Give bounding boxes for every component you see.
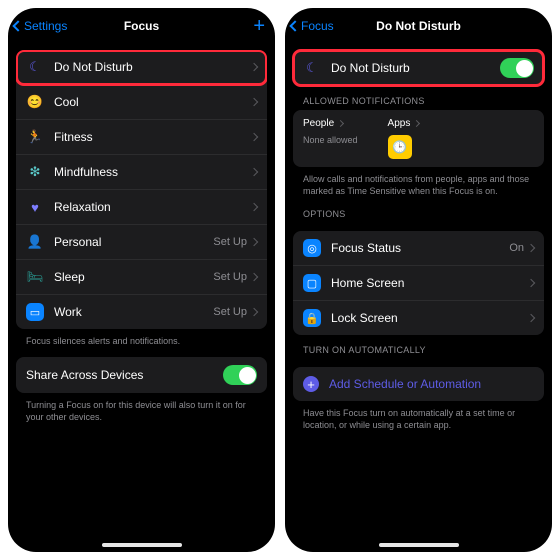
option-row-home-screen[interactable]: ▢ Home Screen [293, 266, 544, 301]
section-header: TURN ON AUTOMATICALLY [293, 335, 544, 359]
share-group: Share Across Devices [16, 357, 267, 393]
section-header: OPTIONS [293, 199, 544, 223]
list-item-dnd[interactable]: ☾ Do Not Disturb [16, 50, 267, 85]
chevron-right-icon [250, 133, 258, 141]
item-label: Fitness [54, 130, 247, 144]
options-group: ◎ Focus Status On ▢ Home Screen 🔒 Lock S… [293, 231, 544, 335]
item-label: Work [54, 305, 213, 319]
content-area: ☾ Do Not Disturb 😊 Cool 🏃 Fitness ❇ Mind… [8, 42, 275, 552]
list-item[interactable]: ♥ Relaxation [16, 190, 267, 225]
list-item[interactable]: 👤 Personal Set Up [16, 225, 267, 260]
home-screen-icon: ▢ [303, 274, 321, 292]
chevron-right-icon [250, 273, 258, 281]
chevron-right-icon [527, 314, 535, 322]
share-toggle[interactable] [223, 365, 257, 385]
nav-bar: Settings Focus + [8, 8, 275, 42]
chevron-right-icon [250, 238, 258, 246]
share-label: Share Across Devices [26, 368, 223, 382]
chevron-right-icon [250, 63, 258, 71]
footer-text: Have this Focus turn on automatically at… [293, 401, 544, 433]
option-label: Focus Status [331, 241, 509, 255]
item-label: Sleep [54, 270, 213, 284]
item-detail: Set Up [213, 236, 247, 248]
list-item[interactable]: ▭ Work Set Up [16, 295, 267, 329]
item-label: Mindfulness [54, 165, 247, 179]
home-indicator[interactable] [379, 543, 459, 547]
dnd-toggle[interactable] [500, 58, 534, 78]
page-title: Do Not Disturb [285, 19, 552, 33]
list-item[interactable]: 🏃 Fitness [16, 120, 267, 155]
chevron-right-icon [527, 279, 535, 287]
option-label: Lock Screen [331, 311, 528, 325]
lock-icon: 🔒 [303, 309, 321, 327]
content-area: ☾ Do Not Disturb ALLOWED NOTIFICATIONS P… [285, 42, 552, 552]
dnd-label: Do Not Disturb [331, 61, 500, 75]
option-row-focus-status[interactable]: ◎ Focus Status On [293, 231, 544, 266]
add-schedule-label: Add Schedule or Automation [329, 377, 534, 391]
clock-app-icon: 🕒 [388, 135, 412, 159]
home-indicator[interactable] [102, 543, 182, 547]
item-detail: Set Up [213, 271, 247, 283]
list-item[interactable]: ❇ Mindfulness [16, 155, 267, 190]
apps-header[interactable]: Apps [388, 118, 420, 129]
share-across-devices-row[interactable]: Share Across Devices [16, 357, 267, 393]
people-column[interactable]: People None allowed [303, 118, 358, 159]
item-label: Do Not Disturb [54, 60, 247, 74]
allowed-notifications-box: People None allowed Apps 🕒 [293, 110, 544, 167]
footer-text: Focus silences alerts and notifications. [16, 329, 267, 349]
chevron-right-icon [413, 120, 420, 127]
option-label: Home Screen [331, 276, 528, 290]
item-label: Personal [54, 235, 213, 249]
nav-bar: Focus Do Not Disturb [285, 8, 552, 42]
moon-icon: ☾ [303, 59, 321, 77]
bed-icon: 🛏 [26, 268, 44, 286]
focus-list-screen: Settings Focus + ☾ Do Not Disturb 😊 Cool… [8, 8, 275, 552]
item-label: Cool [54, 95, 247, 109]
chevron-right-icon [527, 244, 535, 252]
none-allowed-text: None allowed [303, 135, 358, 145]
add-schedule-row[interactable]: + Add Schedule or Automation [293, 367, 544, 401]
item-label: Relaxation [54, 200, 247, 214]
option-detail: On [509, 242, 524, 254]
apps-label: Apps [388, 118, 411, 129]
page-title: Focus [8, 19, 275, 33]
chevron-right-icon [337, 120, 344, 127]
chevron-right-icon [250, 203, 258, 211]
focus-status-icon: ◎ [303, 239, 321, 257]
plus-icon: + [303, 376, 319, 392]
option-row-lock-screen[interactable]: 🔒 Lock Screen [293, 301, 544, 335]
chevron-right-icon [250, 168, 258, 176]
dnd-detail-screen: Focus Do Not Disturb ☾ Do Not Disturb AL… [285, 8, 552, 552]
dnd-toggle-row[interactable]: ☾ Do Not Disturb [293, 50, 544, 86]
section-header: ALLOWED NOTIFICATIONS [293, 86, 544, 110]
automation-group: + Add Schedule or Automation [293, 367, 544, 401]
list-item[interactable]: 🛏 Sleep Set Up [16, 260, 267, 295]
person-icon: 👤 [26, 233, 44, 251]
heart-icon: ♥ [26, 198, 44, 216]
mindfulness-icon: ❇ [26, 163, 44, 181]
footer-text: Turning a Focus on for this device will … [16, 393, 267, 425]
chevron-right-icon [250, 308, 258, 316]
item-detail: Set Up [213, 306, 247, 318]
work-icon: ▭ [26, 303, 44, 321]
fitness-icon: 🏃 [26, 128, 44, 146]
people-header[interactable]: People [303, 118, 358, 129]
list-item[interactable]: 😊 Cool [16, 85, 267, 120]
chevron-right-icon [250, 98, 258, 106]
footer-text: Allow calls and notifications from peopl… [293, 167, 544, 199]
apps-column[interactable]: Apps 🕒 [388, 118, 420, 159]
moon-icon: ☾ [26, 58, 44, 76]
dnd-toggle-group: ☾ Do Not Disturb [293, 50, 544, 86]
emoji-icon: 😊 [26, 93, 44, 111]
people-label: People [303, 118, 334, 129]
focus-list: ☾ Do Not Disturb 😊 Cool 🏃 Fitness ❇ Mind… [16, 50, 267, 329]
